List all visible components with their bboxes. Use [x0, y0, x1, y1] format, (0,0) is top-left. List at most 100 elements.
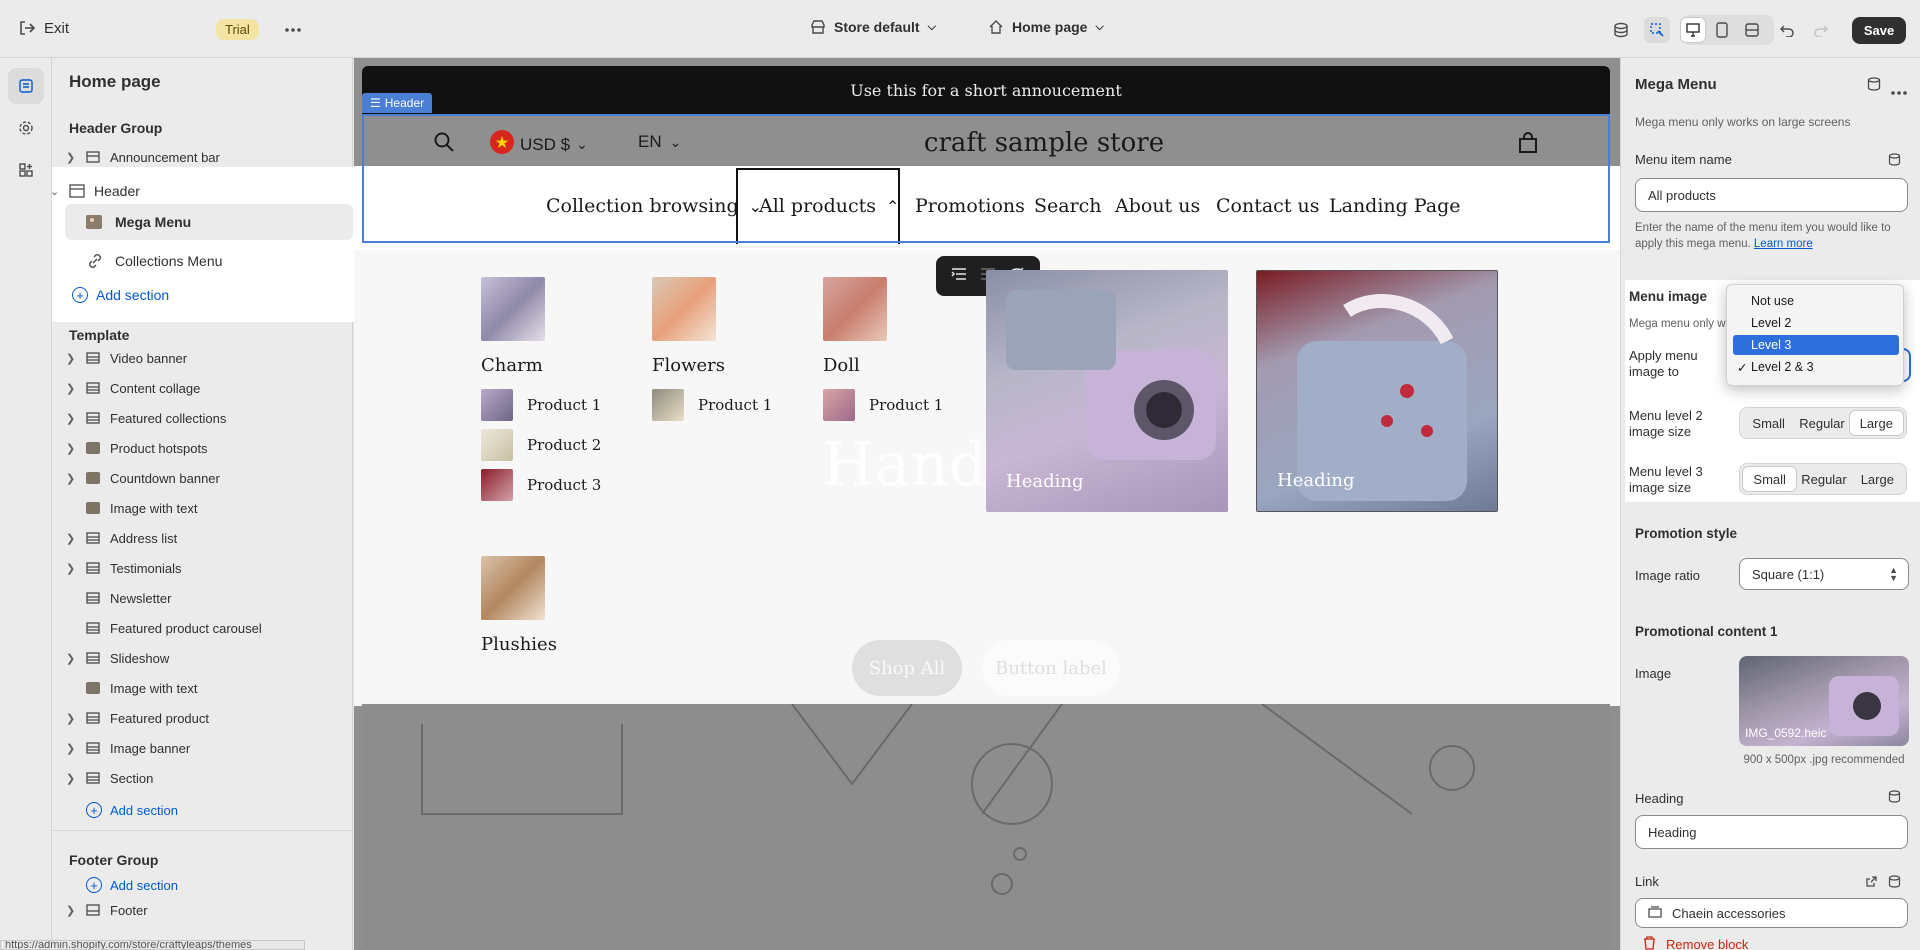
promo-heading: Heading — [1277, 470, 1355, 491]
image-thumb-icon — [84, 441, 102, 455]
tree-item-mega-menu[interactable]: Mega Menu — [65, 204, 353, 240]
size-small-option[interactable]: Small — [1742, 466, 1798, 492]
exit-button[interactable]: Exit — [18, 19, 69, 37]
size-regular-option[interactable]: Regular — [1797, 466, 1850, 492]
section-icon — [84, 531, 102, 545]
product-link[interactable]: Product 2 — [481, 429, 601, 461]
category-charm[interactable]: Charm — [481, 355, 543, 376]
currency-selector[interactable]: USD $ ⌄ — [490, 130, 588, 159]
database-icon[interactable] — [1608, 17, 1634, 43]
settings-gear-icon[interactable] — [8, 110, 44, 146]
size-large-option[interactable]: Large — [1848, 410, 1904, 436]
mega-menu-thumb-icon — [85, 214, 103, 235]
size-small-option[interactable]: Small — [1742, 410, 1795, 436]
chevron-right-icon: ❯ — [66, 712, 76, 725]
page-selector[interactable]: Home page ⌵ — [988, 19, 1104, 35]
desktop-icon[interactable] — [1680, 17, 1706, 43]
nav-contact-us[interactable]: Contact us — [1216, 195, 1319, 217]
product-thumbnail — [481, 389, 513, 421]
database-icon[interactable] — [1888, 875, 1901, 893]
nav-promotions[interactable]: Promotions — [915, 195, 1025, 217]
category-doll[interactable]: Doll — [823, 355, 860, 376]
nav-all-products[interactable]: All products ⌃ — [759, 195, 899, 217]
fullscreen-icon[interactable] — [1739, 17, 1765, 43]
plushies-thumbnail[interactable] — [481, 556, 545, 620]
promo-tile-1[interactable]: Heading — [986, 270, 1228, 512]
sections-icon[interactable] — [8, 68, 44, 104]
header-tag[interactable]: ☰ Header — [362, 93, 433, 113]
product-link[interactable]: Product 3 — [481, 469, 601, 501]
nav-landing-page[interactable]: Landing Page — [1329, 195, 1461, 217]
tree-item-template-section[interactable]: ❯ Slideshow — [52, 644, 353, 672]
promo-tile-2[interactable]: Heading — [1256, 270, 1498, 512]
tree-item-template-section[interactable]: ❯ Address list — [52, 524, 353, 552]
tree-item-template-section[interactable]: ❯ Product hotspots — [52, 434, 353, 462]
search-icon[interactable] — [434, 132, 454, 157]
menu-item-name-input[interactable]: All products — [1635, 178, 1908, 212]
remove-block-button[interactable]: Remove block — [1643, 936, 1748, 950]
tree-item-collections-menu[interactable]: Collections Menu — [65, 243, 353, 279]
size-regular-option[interactable]: Regular — [1795, 410, 1848, 436]
image-ratio-select[interactable]: Square (1:1) ▲ ▼ — [1739, 558, 1909, 590]
size-large-option[interactable]: Large — [1851, 466, 1904, 492]
tree-item-template-section[interactable]: ❯ Featured collections — [52, 404, 353, 432]
product-link[interactable]: Product 1 — [481, 389, 601, 421]
add-section-button[interactable]: + Add section — [86, 877, 178, 893]
level3-size-segmented: Small Regular Large — [1739, 463, 1907, 495]
tree-item-template-section[interactable]: ❯ Content collage — [52, 374, 353, 402]
option-level-3[interactable]: Level 3 — [1733, 335, 1899, 355]
apps-icon[interactable] — [8, 152, 44, 188]
tree-item-template-section[interactable]: Featured product carousel — [52, 614, 353, 642]
cart-icon[interactable] — [1517, 132, 1539, 159]
announcement-bar[interactable]: Use this for a short annoucement — [362, 66, 1610, 114]
option-not-use[interactable]: Not use — [1733, 291, 1899, 311]
tree-item-template-section[interactable]: ❯ Video banner — [52, 344, 353, 372]
link-icon — [87, 253, 103, 274]
save-button[interactable]: Save — [1852, 17, 1906, 44]
heading-input[interactable]: Heading — [1635, 815, 1908, 849]
tree-item-template-section[interactable]: ❯ Image banner — [52, 734, 353, 762]
inspector-icon[interactable] — [1644, 17, 1670, 43]
option-level-2[interactable]: Level 2 — [1733, 313, 1899, 333]
redo-icon[interactable] — [1808, 17, 1834, 43]
menu-item-help: Enter the name of the menu item you woul… — [1635, 222, 1891, 250]
mobile-icon[interactable] — [1709, 17, 1735, 43]
flowers-thumbnail[interactable] — [652, 277, 716, 341]
learn-more-link[interactable]: Learn more — [1754, 238, 1813, 250]
theme-selector[interactable]: Store default ⌵ — [810, 19, 936, 35]
product-link[interactable]: Product 1 — [652, 389, 772, 421]
database-icon[interactable] — [1867, 77, 1881, 96]
database-icon[interactable] — [1888, 790, 1901, 808]
add-section-button[interactable]: + Add section — [86, 802, 178, 818]
more-icon[interactable] — [1891, 82, 1907, 100]
external-link-icon[interactable] — [1865, 875, 1878, 893]
tree-item-footer[interactable]: ❯ Footer — [52, 896, 353, 924]
nav-collection-browsing[interactable]: Collection browsing ⌄ — [546, 195, 762, 217]
add-section-button[interactable]: + Add section — [72, 287, 169, 303]
tree-item-template-section[interactable]: ❯ Testimonials — [52, 554, 353, 582]
nav-search[interactable]: Search — [1034, 195, 1102, 217]
nav-about-us[interactable]: About us — [1115, 195, 1200, 217]
tree-item-template-section[interactable]: ❯ Featured product — [52, 704, 353, 732]
undo-icon[interactable] — [1774, 17, 1800, 43]
charm-thumbnail[interactable] — [481, 277, 545, 341]
link-input[interactable]: Chaein accessories — [1635, 898, 1908, 928]
tree-item-template-section[interactable]: Image with text — [52, 494, 353, 522]
chevron-right-icon: ❯ — [66, 652, 76, 665]
product-link[interactable]: Product 1 — [823, 389, 943, 421]
tree-item-template-section[interactable]: ❯ Section — [52, 764, 353, 792]
category-flowers[interactable]: Flowers — [652, 355, 725, 376]
tree-item-header[interactable]: ⌄ Header — [50, 177, 353, 205]
more-icon[interactable] — [280, 17, 306, 43]
database-icon[interactable] — [1888, 153, 1901, 171]
indent-icon[interactable] — [951, 267, 967, 286]
option-level-2-and-3[interactable]: ✓ Level 2 & 3 — [1733, 357, 1899, 377]
category-plushies[interactable]: Plushies — [481, 634, 557, 655]
tree-item-template-section[interactable]: ❯ Countdown banner — [52, 464, 353, 492]
store-logo-text[interactable]: craft sample store — [894, 128, 1194, 158]
tree-item-template-section[interactable]: Newsletter — [52, 584, 353, 612]
language-selector[interactable]: EN ⌄ — [638, 132, 681, 152]
doll-thumbnail[interactable] — [823, 277, 887, 341]
tree-item-template-section[interactable]: Image with text — [52, 674, 353, 702]
promo-image-preview[interactable]: IMG_0592.heic — [1739, 656, 1909, 746]
